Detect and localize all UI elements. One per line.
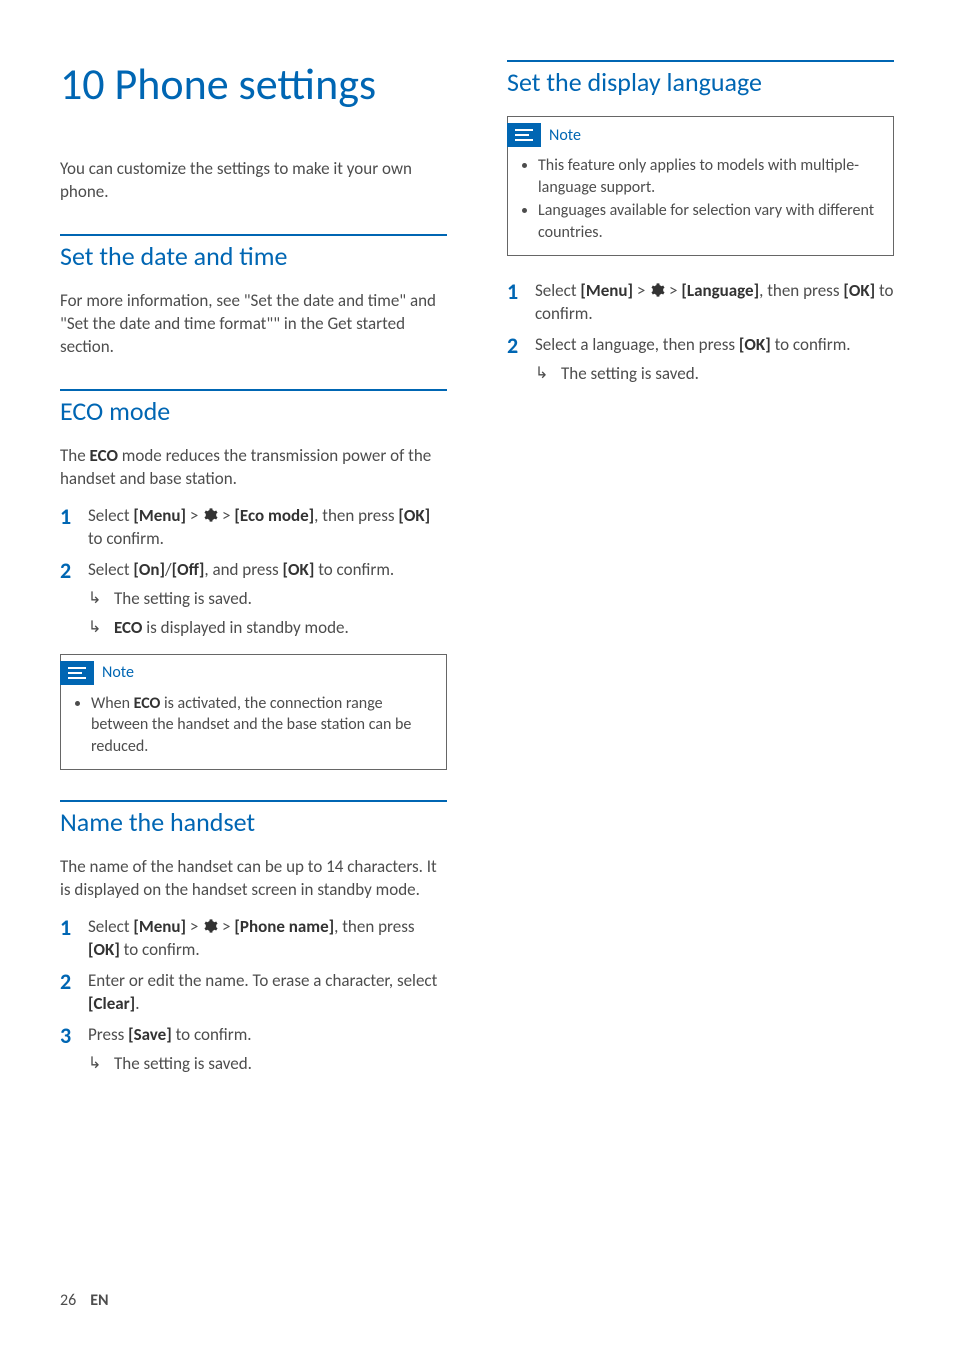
step-number: 3 bbox=[60, 1024, 88, 1048]
result-arrow-icon: ↳ bbox=[88, 617, 114, 639]
page-number: 26 bbox=[60, 1291, 76, 1310]
result-arrow-icon: ↳ bbox=[88, 588, 114, 610]
step-number: 2 bbox=[60, 970, 88, 994]
result-line: ↳ The setting is saved. bbox=[88, 1053, 447, 1076]
name-steps: 1 Select [Menu] > > [Phone name], then p… bbox=[60, 916, 447, 1076]
step: 1 Select [Menu] > > [Phone name], then p… bbox=[60, 916, 447, 962]
step-text: Select [Menu] > > [Phone name], then pre… bbox=[88, 916, 447, 962]
step-number: 2 bbox=[507, 334, 535, 358]
chapter-title: 10 Phone settings bbox=[60, 60, 447, 108]
step-text: Select [Menu] > > [Eco mode], then press… bbox=[88, 505, 447, 551]
note-label: Note bbox=[541, 123, 589, 147]
note-item: When ECO is activated, the connection ra… bbox=[91, 693, 434, 758]
left-column: 10 Phone settings You can customize the … bbox=[60, 60, 447, 1271]
gear-icon bbox=[649, 282, 665, 298]
gear-icon bbox=[202, 507, 218, 523]
note-tab: Note bbox=[507, 123, 589, 147]
step: 2 Select [On]/[Off], and press [OK] to c… bbox=[60, 559, 447, 640]
text: The bbox=[60, 445, 90, 466]
page-lang: EN bbox=[90, 1291, 108, 1310]
note-body: When ECO is activated, the connection ra… bbox=[61, 685, 446, 770]
step-text: Select a language, then press [OK] to co… bbox=[535, 334, 894, 386]
step-number: 1 bbox=[60, 916, 88, 940]
bold-text: ECO bbox=[90, 445, 118, 466]
intro-text: You can customize the settings to make i… bbox=[60, 158, 447, 204]
note-box-eco: Note When ECO is activated, the connecti… bbox=[60, 654, 447, 771]
step: 2 Select a language, then press [OK] to … bbox=[507, 334, 894, 386]
result-line: ↳ The setting is saved. bbox=[88, 588, 447, 611]
result-line: ↳ ECO is displayed in standby mode. bbox=[88, 617, 447, 640]
note-icon bbox=[507, 123, 541, 147]
result-text: The setting is saved. bbox=[561, 363, 894, 386]
step-text: Enter or edit the name. To erase a chara… bbox=[88, 970, 447, 1016]
result-text: ECO is displayed in standby mode. bbox=[114, 617, 447, 640]
result-text: The setting is saved. bbox=[114, 1053, 447, 1076]
section-heading-name: Name the handset bbox=[60, 806, 447, 838]
note-item: Languages available for selection vary w… bbox=[538, 200, 881, 243]
section-rule bbox=[60, 389, 447, 391]
step: 2 Enter or edit the name. To erase a cha… bbox=[60, 970, 447, 1016]
section-body-eco: The ECO mode reduces the transmission po… bbox=[60, 445, 447, 491]
note-icon bbox=[60, 661, 94, 685]
result-line: ↳ The setting is saved. bbox=[535, 363, 894, 386]
note-box-lang: Note This feature only applies to models… bbox=[507, 116, 894, 256]
section-heading-date: Set the date and time bbox=[60, 240, 447, 272]
step: 1 Select [Menu] > > [Language], then pre… bbox=[507, 280, 894, 326]
lang-steps: 1 Select [Menu] > > [Language], then pre… bbox=[507, 280, 894, 386]
section-heading-eco: ECO mode bbox=[60, 395, 447, 427]
result-arrow-icon: ↳ bbox=[535, 363, 561, 385]
right-column: Set the display language Note This featu… bbox=[507, 60, 894, 1271]
step: 1 Select [Menu] > > [Eco mode], then pre… bbox=[60, 505, 447, 551]
note-body: This feature only applies to models with… bbox=[508, 147, 893, 255]
step-number: 1 bbox=[507, 280, 535, 304]
step: 3 Press [Save] to confirm. ↳ The setting… bbox=[60, 1024, 447, 1076]
step-text: Select [Menu] > > [Language], then press… bbox=[535, 280, 894, 326]
page-footer: 26 EN bbox=[60, 1291, 894, 1310]
result-arrow-icon: ↳ bbox=[88, 1053, 114, 1075]
section-heading-lang: Set the display language bbox=[507, 66, 894, 98]
step-number: 1 bbox=[60, 505, 88, 529]
step-text: Press [Save] to confirm. ↳ The setting i… bbox=[88, 1024, 447, 1076]
section-body-name: The name of the handset can be up to 14 … bbox=[60, 856, 447, 902]
gear-icon bbox=[202, 918, 218, 934]
section-body-date: For more information, see "Set the date … bbox=[60, 290, 447, 359]
note-label: Note bbox=[94, 661, 142, 685]
section-rule bbox=[507, 60, 894, 62]
note-item: This feature only applies to models with… bbox=[538, 155, 881, 198]
section-rule bbox=[60, 234, 447, 236]
section-rule bbox=[60, 800, 447, 802]
step-text: Select [On]/[Off], and press [OK] to con… bbox=[88, 559, 447, 640]
step-number: 2 bbox=[60, 559, 88, 583]
eco-steps: 1 Select [Menu] > > [Eco mode], then pre… bbox=[60, 505, 447, 640]
note-tab: Note bbox=[60, 661, 142, 685]
result-text: The setting is saved. bbox=[114, 588, 447, 611]
